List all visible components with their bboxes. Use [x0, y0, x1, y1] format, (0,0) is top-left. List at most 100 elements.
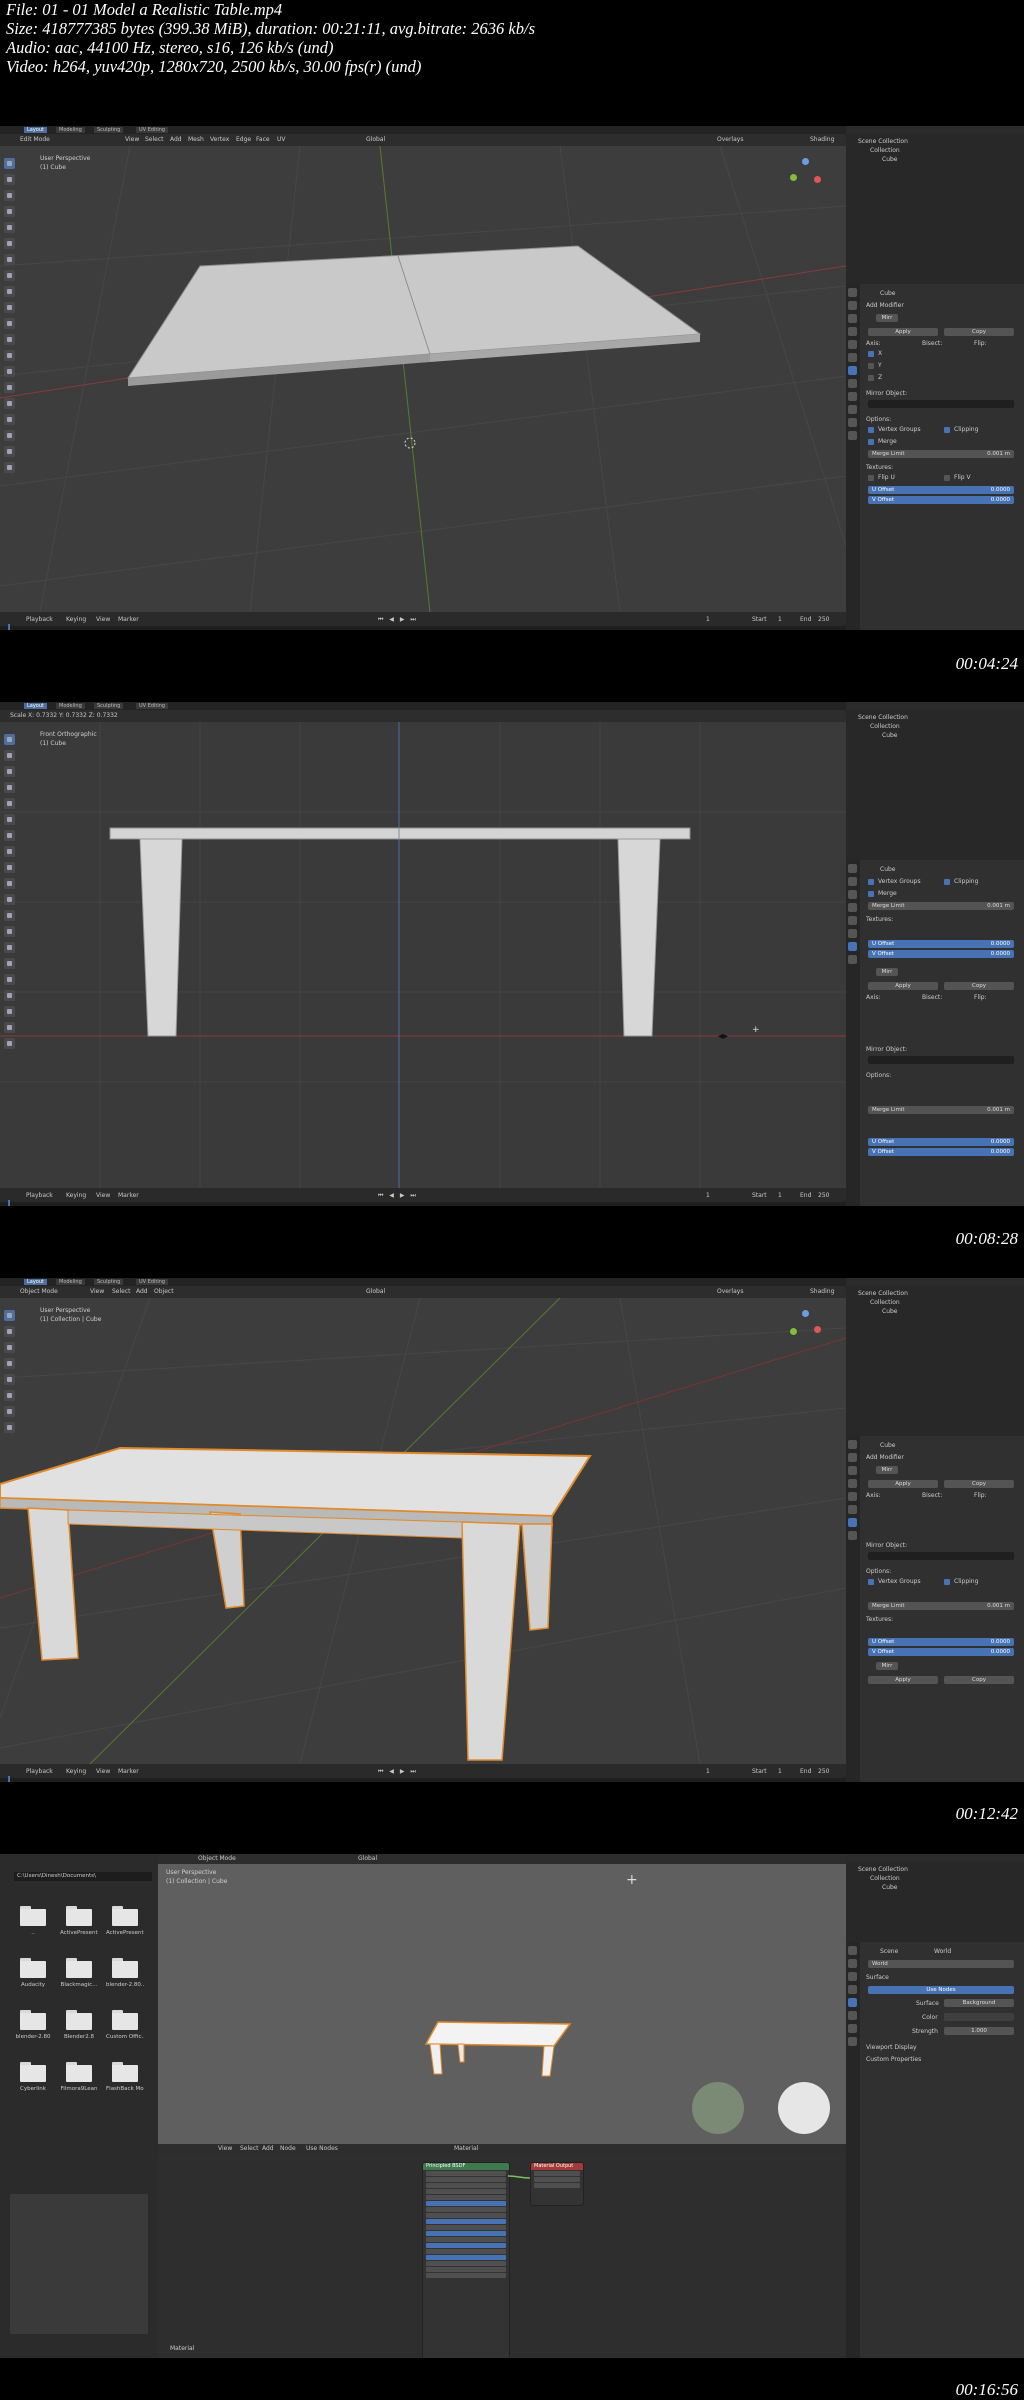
outliner-cube[interactable]: Cube [882, 1884, 898, 1891]
timeline-marker[interactable]: Marker [118, 616, 139, 623]
copy-button[interactable]: Copy [944, 982, 1014, 990]
output-tab-icon[interactable] [848, 314, 857, 323]
clipping-checkbox[interactable] [944, 427, 950, 433]
folder-icon[interactable] [66, 2062, 92, 2082]
overlays-button[interactable]: Overlays [717, 1288, 743, 1295]
current-frame[interactable]: 1 [706, 1192, 710, 1199]
modifier-tab-icon[interactable] [848, 366, 857, 375]
folder-icon[interactable] [112, 2010, 138, 2030]
move-tool-icon[interactable] [4, 1342, 15, 1353]
smooth-tool-icon[interactable] [4, 974, 15, 985]
spin-tool-icon[interactable] [4, 382, 15, 393]
tab-layout[interactable]: Layout [24, 127, 47, 133]
apply-button[interactable]: Apply [868, 1480, 938, 1488]
merge-checkbox[interactable] [868, 891, 874, 897]
vertex-groups-checkbox[interactable] [868, 427, 874, 433]
timeline-view[interactable]: View [96, 616, 110, 623]
end-value[interactable]: 250 [818, 1768, 829, 1775]
v-offset-field[interactable]: V Offset 0.0000 [868, 496, 1014, 504]
shear-tool-icon[interactable] [4, 446, 15, 457]
tab-uv-editing[interactable]: UV Editing [136, 127, 169, 133]
move-tool-icon[interactable] [4, 190, 15, 201]
timeline-keying[interactable]: Keying [66, 1768, 86, 1775]
navigation-gizmo[interactable] [788, 1310, 822, 1344]
render-tab-icon[interactable] [848, 1959, 857, 1968]
scene-tab-icon[interactable] [848, 1479, 857, 1488]
merge-limit-field[interactable]: Merge Limit 0.001 m [868, 1602, 1014, 1610]
particles-tab-icon[interactable] [848, 1531, 857, 1540]
object-tab-icon[interactable] [848, 2011, 857, 2020]
end-value[interactable]: 250 [818, 1192, 829, 1199]
loop-cut-tool-icon[interactable] [4, 334, 15, 345]
y-axis-icon[interactable] [790, 174, 797, 181]
current-frame[interactable]: 1 [706, 1768, 710, 1775]
rotate-tool-icon[interactable] [4, 1358, 15, 1369]
folder-icon[interactable] [112, 2062, 138, 2082]
scene-tab-icon[interactable] [848, 327, 857, 336]
render-tab-icon[interactable] [848, 877, 857, 886]
flip-v-checkbox[interactable] [944, 475, 950, 481]
rip-tool-icon[interactable] [4, 1038, 15, 1049]
menu-face[interactable]: Face [256, 136, 270, 143]
x-axis-icon[interactable] [814, 1326, 821, 1333]
merge-checkbox[interactable] [868, 439, 874, 445]
tab-sculpting[interactable]: Sculpting [94, 1279, 124, 1285]
timeline-view[interactable]: View [96, 1192, 110, 1199]
transform-orientation[interactable]: Global [366, 1288, 385, 1295]
select-tool-icon[interactable] [4, 1310, 15, 1321]
tab-sculpting[interactable]: Sculpting [94, 703, 124, 709]
menu-select[interactable]: Select [112, 1288, 131, 1295]
modifier-tab-icon[interactable] [848, 942, 857, 951]
shading-button[interactable]: Shading [810, 136, 834, 143]
edge-slide-tool-icon[interactable] [4, 414, 15, 425]
start-value[interactable]: 1 [778, 616, 782, 623]
shader-editor[interactable]: View Select Add Node Use Nodes Material … [158, 2144, 846, 2358]
strength-field[interactable]: 1.000 [944, 2027, 1014, 2035]
select-tool-icon[interactable] [4, 158, 15, 169]
folder-icon[interactable] [112, 1958, 138, 1978]
mode-select[interactable]: Edit Mode [20, 136, 50, 143]
world-tab-icon[interactable] [848, 340, 857, 349]
outliner-scene-collection[interactable]: Scene Collection [858, 714, 908, 721]
file-browser-path[interactable]: C:\Users\Dinesh\Documents\ [14, 1872, 152, 1881]
tab-sculpting[interactable]: Sculpting [94, 127, 124, 133]
output-tab-icon[interactable] [848, 1466, 857, 1475]
scale-tool-icon[interactable] [4, 1374, 15, 1385]
timeline-scrub[interactable] [0, 1200, 846, 1206]
object-tab-icon[interactable] [848, 353, 857, 362]
output-tab-icon[interactable] [848, 890, 857, 899]
measure-tool-icon[interactable] [4, 270, 15, 281]
render-tab-icon[interactable] [848, 301, 857, 310]
loop-cut-tool-icon[interactable] [4, 910, 15, 921]
viewport-display-panel[interactable]: Viewport Display [866, 2044, 917, 2051]
z-axis-icon[interactable] [802, 158, 809, 165]
shading-button[interactable]: Shading [810, 1288, 834, 1295]
mirror-object-field[interactable] [868, 1056, 1014, 1064]
inset-tool-icon[interactable] [4, 302, 15, 313]
menu-vertex[interactable]: Vertex [210, 136, 229, 143]
scale-tool-icon[interactable] [4, 798, 15, 809]
end-value[interactable]: 250 [818, 616, 829, 623]
folder-icon[interactable] [20, 2062, 46, 2082]
transform-tool-icon[interactable] [4, 1390, 15, 1401]
cursor-tool-icon[interactable] [4, 1326, 15, 1337]
world-name-field[interactable]: World [868, 1960, 1014, 1968]
timeline-keying[interactable]: Keying [66, 616, 86, 623]
shear-tool-icon[interactable] [4, 1022, 15, 1033]
scene-tab-icon[interactable] [848, 903, 857, 912]
folder-icon[interactable] [66, 1906, 92, 1926]
modifier-name[interactable]: Mirr [876, 1466, 898, 1474]
use-nodes-button[interactable]: Use Nodes [868, 1986, 1014, 1994]
menu-select[interactable]: Select [145, 136, 164, 143]
tool-tab-icon[interactable] [848, 288, 857, 297]
vertex-groups-checkbox[interactable] [868, 879, 874, 885]
tab-uv-editing[interactable]: UV Editing [136, 703, 169, 709]
tab-layout[interactable]: Layout [24, 703, 47, 709]
modifier-tab-icon[interactable] [848, 2024, 857, 2033]
transform-tool-icon[interactable] [4, 814, 15, 825]
apply-button[interactable]: Apply [868, 982, 938, 990]
add-modifier-button[interactable]: Add Modifier [866, 302, 904, 309]
mirror-object-field[interactable] [868, 1552, 1014, 1560]
playback-controls[interactable]: ⏮ ◀ ▶ ⏭ [378, 1192, 418, 1200]
bevel-tool-icon[interactable] [4, 894, 15, 905]
